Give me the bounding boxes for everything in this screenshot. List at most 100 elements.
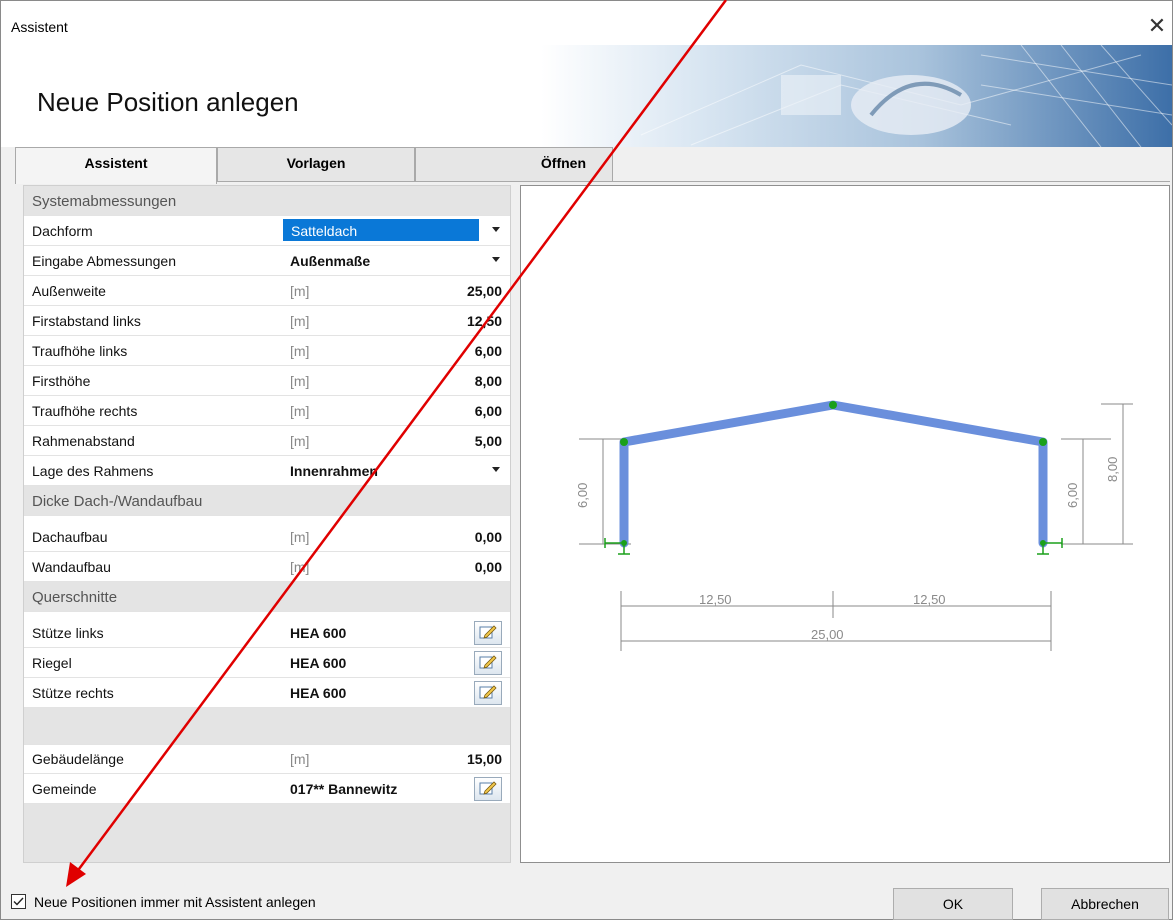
dropdown-arrow-icon[interactable] <box>492 227 500 232</box>
gemeinde-value[interactable]: 017** Bannewitz <box>290 781 397 797</box>
edit-icon[interactable] <box>474 681 502 705</box>
row-riegel[interactable]: Riegel HEA 600 <box>24 648 510 678</box>
traufhoehe-links-input[interactable]: 6,00 <box>475 343 502 359</box>
stuetze-rechts-value[interactable]: HEA 600 <box>290 685 346 701</box>
row-dachform[interactable]: Dachform Satteldach <box>24 216 510 246</box>
row-label: Außenweite <box>32 283 106 299</box>
dialog-heading: Neue Position anlegen <box>37 87 299 117</box>
unit-label: [m] <box>290 403 310 419</box>
dialog-footer: Neue Positionen immer mit Assistent anle… <box>1 885 1172 920</box>
row-label: Dachaufbau <box>32 529 108 545</box>
edit-icon[interactable] <box>474 651 502 675</box>
dimension-lines <box>579 403 1133 651</box>
frame-nodes <box>620 401 1047 546</box>
section-label: Systemabmessungen <box>32 193 177 210</box>
row-label: Wandaufbau <box>32 559 111 575</box>
frame-preview: 6,00 6,00 8,00 12,50 12,50 25,00 <box>520 185 1170 863</box>
window-title: Assistent <box>11 19 68 35</box>
empty-section <box>24 804 510 862</box>
rahmenabstand-input[interactable]: 5,00 <box>475 433 502 449</box>
row-dachaufbau[interactable]: Dachaufbau [m] 0,00 <box>24 522 510 552</box>
lage-select[interactable]: Innenrahmen <box>290 463 378 479</box>
row-label: Stütze rechts <box>32 685 114 701</box>
firsthoehe-input[interactable]: 8,00 <box>475 373 502 389</box>
row-aussenweite[interactable]: Außenweite [m] 25,00 <box>24 276 510 306</box>
row-rahmenabstand[interactable]: Rahmenabstand [m] 5,00 <box>24 426 510 456</box>
section-label: Querschnitte <box>32 589 118 606</box>
row-label: Traufhöhe links <box>32 343 128 359</box>
unit-label: [m] <box>290 433 310 449</box>
eingabe-select[interactable]: Außenmaße <box>290 253 370 269</box>
tab-vorlagen[interactable]: Vorlagen <box>217 147 415 182</box>
row-lage[interactable]: Lage des Rahmens Innenrahmen <box>24 456 510 486</box>
row-label: Lage des Rahmens <box>32 463 154 479</box>
dachaufbau-input[interactable]: 0,00 <box>475 529 502 545</box>
unit-label: [m] <box>290 559 310 575</box>
unit-label: [m] <box>290 283 310 299</box>
dim-half-right: 12,50 <box>913 592 946 607</box>
aussenweite-input[interactable]: 25,00 <box>467 283 502 299</box>
dimension-labels: 6,00 6,00 8,00 12,50 12,50 25,00 <box>575 457 1120 642</box>
row-label: Gemeinde <box>32 781 97 797</box>
stuetze-links-value[interactable]: HEA 600 <box>290 625 346 641</box>
row-label: Gebäudelänge <box>32 751 124 767</box>
row-gebaeudelaenge[interactable]: Gebäudelänge [m] 15,00 <box>24 744 510 774</box>
always-assistant-label[interactable]: Neue Positionen immer mit Assistent anle… <box>34 894 316 910</box>
dachform-select[interactable]: Satteldach <box>283 219 479 241</box>
assistant-dialog: Assistent ✕ Neue Position anlegen Assist… <box>0 0 1173 920</box>
dim-ridge-height: 8,00 <box>1105 457 1120 482</box>
tab-assistent-label: Assistent <box>84 155 148 171</box>
edit-icon[interactable] <box>474 777 502 801</box>
row-label: Stütze links <box>32 625 104 641</box>
gebaeudelaenge-input[interactable]: 15,00 <box>467 751 502 767</box>
wandaufbau-input[interactable]: 0,00 <box>475 559 502 575</box>
support-icon <box>604 538 1063 555</box>
row-label: Firsthöhe <box>32 373 91 389</box>
portal-frame <box>619 400 1048 548</box>
checkmark-icon <box>13 897 24 906</box>
section-header: Systemabmessungen <box>24 186 510 216</box>
unit-label: [m] <box>290 751 310 767</box>
unit-label: [m] <box>290 373 310 389</box>
dim-right-height: 6,00 <box>1065 483 1080 508</box>
ok-button[interactable]: OK <box>893 888 1013 920</box>
dachform-value: Satteldach <box>291 223 358 239</box>
empty-section <box>24 708 510 745</box>
row-firstabstand[interactable]: Firstabstand links [m] 12,50 <box>24 306 510 336</box>
row-label: Firstabstand links <box>32 313 141 329</box>
property-grid: Systemabmessungen Dachform Satteldach Ei… <box>23 185 511 863</box>
section-label: Dicke Dach-/Wandaufbau <box>32 493 203 510</box>
close-icon[interactable]: ✕ <box>1146 15 1168 37</box>
row-traufhoehe-links[interactable]: Traufhöhe links [m] 6,00 <box>24 336 510 366</box>
dropdown-arrow-icon[interactable] <box>492 257 500 262</box>
title-bar: Assistent ✕ <box>1 1 1172 45</box>
firstabstand-input[interactable]: 12,50 <box>467 313 502 329</box>
row-stuetze-rechts[interactable]: Stütze rechts HEA 600 <box>24 678 510 708</box>
riegel-value[interactable]: HEA 600 <box>290 655 346 671</box>
unit-label: [m] <box>290 313 310 329</box>
row-gemeinde[interactable]: Gemeinde 017** Bannewitz <box>24 774 510 804</box>
unit-label: [m] <box>290 529 310 545</box>
section-header: Querschnitte <box>24 582 510 612</box>
banner-artwork <box>541 45 1172 147</box>
tab-oeffnen[interactable]: Öffnen <box>415 147 613 182</box>
dropdown-arrow-icon[interactable] <box>492 467 500 472</box>
row-wandaufbau[interactable]: Wandaufbau [m] 0,00 <box>24 552 510 582</box>
edit-icon[interactable] <box>474 621 502 645</box>
dim-half-left: 12,50 <box>699 592 732 607</box>
traufhoehe-rechts-input[interactable]: 6,00 <box>475 403 502 419</box>
tab-assistent[interactable]: Assistent <box>15 147 217 184</box>
cancel-button[interactable]: Abbrechen <box>1041 888 1169 920</box>
row-label: Dachform <box>32 223 93 239</box>
always-assistant-checkbox[interactable] <box>11 894 26 909</box>
dim-total: 25,00 <box>811 627 844 642</box>
dim-left-height: 6,00 <box>575 483 590 508</box>
row-stuetze-links[interactable]: Stütze links HEA 600 <box>24 618 510 648</box>
row-firsthoehe[interactable]: Firsthöhe [m] 8,00 <box>24 366 510 396</box>
row-label: Rahmenabstand <box>32 433 135 449</box>
tab-vorlagen-label: Vorlagen <box>286 155 346 171</box>
row-traufhoehe-rechts[interactable]: Traufhöhe rechts [m] 6,00 <box>24 396 510 426</box>
row-eingabe[interactable]: Eingabe Abmessungen Außenmaße <box>24 246 510 276</box>
row-label: Riegel <box>32 655 72 671</box>
unit-label: [m] <box>290 343 310 359</box>
